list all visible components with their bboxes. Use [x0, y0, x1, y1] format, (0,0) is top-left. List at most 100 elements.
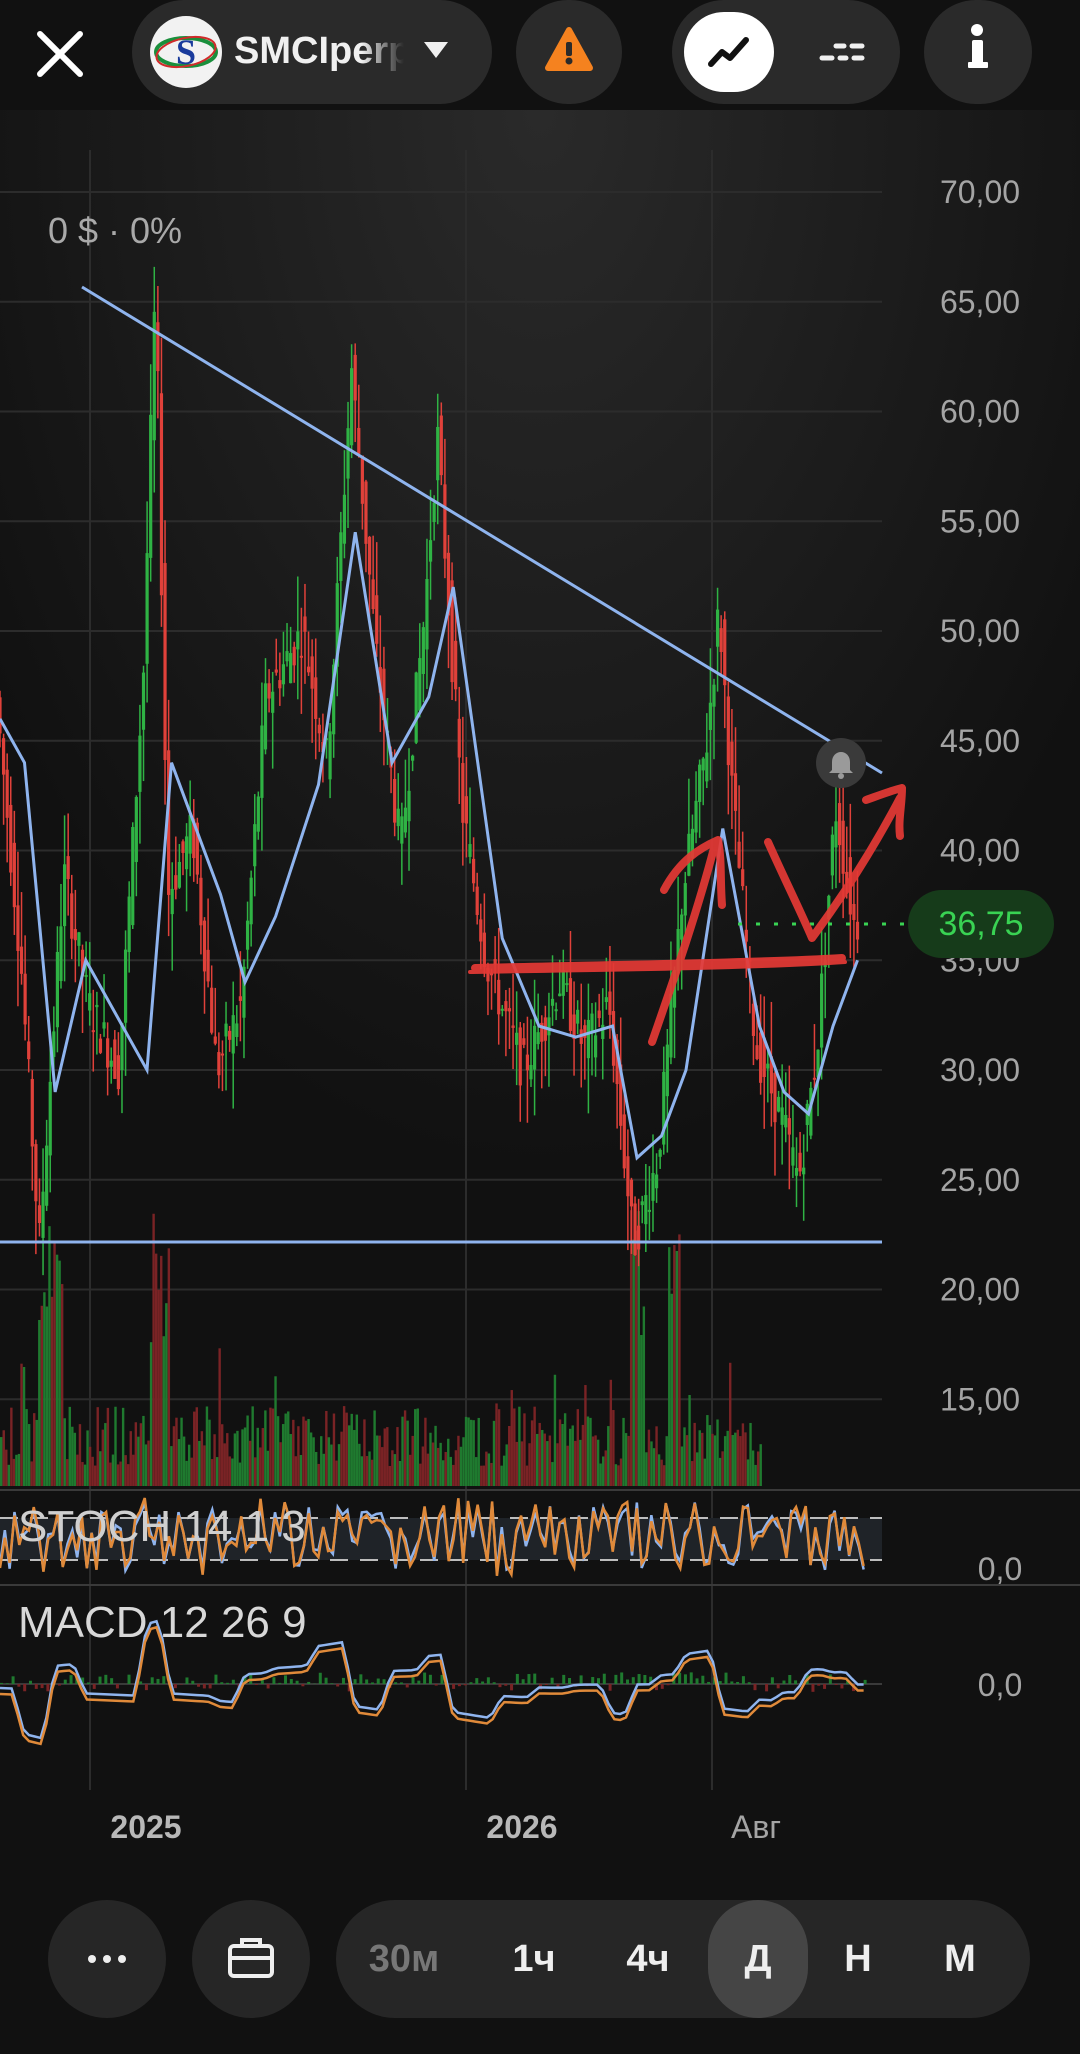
volume-bar — [726, 1430, 729, 1486]
candle-body — [303, 616, 307, 632]
volume-bar — [513, 1408, 516, 1486]
macd-label[interactable]: MACD 12 26 9 — [18, 1598, 307, 1648]
volume-bar — [652, 1448, 656, 1486]
macd-histogram-bar — [208, 1684, 212, 1689]
volume-bar — [261, 1428, 265, 1486]
volume-bar — [292, 1419, 295, 1486]
volume-bar — [381, 1447, 384, 1486]
candle-body — [669, 993, 673, 1058]
candle-body — [500, 1008, 504, 1011]
macd-histogram-bar — [678, 1672, 682, 1684]
timeframe-30m[interactable]: 30м — [356, 1900, 452, 2018]
volume-bar — [86, 1430, 89, 1486]
macd-histogram-bar — [156, 1678, 160, 1684]
volume-bar — [469, 1419, 473, 1486]
volume-bar — [480, 1465, 483, 1486]
candle-body — [475, 886, 479, 915]
macd-histogram-bar — [365, 1679, 369, 1684]
candle-body — [202, 920, 207, 972]
macd-histogram-bar — [840, 1684, 844, 1689]
candle-body — [651, 1173, 655, 1201]
candle-body — [622, 1114, 626, 1169]
alert-bell-icon[interactable] — [816, 738, 866, 788]
candle-body — [439, 415, 443, 476]
macd-histogram-bar — [115, 1684, 119, 1689]
candle-body — [84, 974, 88, 977]
macd-histogram-bar — [637, 1674, 641, 1684]
volume-bar — [668, 1247, 671, 1486]
indicators-button[interactable] — [796, 12, 886, 92]
warning-button[interactable] — [516, 0, 622, 104]
volume-bar — [408, 1454, 412, 1486]
candle-body — [396, 808, 400, 827]
y-axis-label: 65,00 — [940, 284, 1020, 320]
candle-body — [479, 919, 483, 942]
macd-histogram-bar — [724, 1672, 728, 1684]
volume-bar — [627, 1435, 630, 1486]
price-chart[interactable]: 70,00 65,00 60,00 55,00 50,00 45,00 40,00 35,00… — [0, 110, 1080, 1870]
volume-bar — [551, 1462, 554, 1486]
volume-bar — [15, 1454, 18, 1486]
macd-histogram-bar — [486, 1677, 490, 1684]
volume-bar — [185, 1460, 188, 1486]
volume-bar — [510, 1390, 513, 1486]
macd-histogram-bar — [597, 1678, 601, 1684]
macd-histogram-bar — [718, 1681, 722, 1684]
volume-bar — [541, 1429, 544, 1486]
macd-histogram-bar — [527, 1674, 531, 1684]
volume-bar — [579, 1439, 582, 1486]
volume-bar — [482, 1465, 486, 1486]
volume-bar — [58, 1260, 61, 1486]
volume-bar — [17, 1453, 21, 1486]
volume-bar — [73, 1432, 77, 1486]
stoch-label[interactable]: STOCH 14 1 3 — [18, 1502, 306, 1552]
info-button[interactable] — [924, 0, 1032, 104]
volume-bar — [655, 1426, 658, 1486]
volume-bar — [708, 1425, 712, 1486]
candle-body — [1, 738, 6, 775]
candle-body — [27, 1041, 31, 1060]
volume-bar — [548, 1435, 552, 1486]
portfolio-button[interactable] — [192, 1900, 310, 2018]
volume-bar — [363, 1419, 366, 1486]
candle-body — [37, 1205, 42, 1223]
volume-bar — [228, 1456, 232, 1486]
candle-body — [123, 949, 128, 1023]
timeframe-1h[interactable]: 1ч — [486, 1900, 582, 2018]
volume-bar — [358, 1443, 361, 1486]
volume-bar — [612, 1410, 615, 1486]
macd-histogram-bar — [63, 1679, 67, 1684]
macd-histogram-bar — [23, 1684, 27, 1692]
volume-bar — [624, 1433, 628, 1486]
stoch-axis-label: 0,0 — [978, 1551, 1022, 1587]
timeframe-day[interactable]: Д — [710, 1900, 806, 2018]
volume-bar — [739, 1436, 742, 1486]
macd-histogram-bar — [28, 1680, 32, 1684]
macd-histogram-bar — [602, 1673, 606, 1684]
volume-bar — [518, 1406, 521, 1486]
candle-body — [184, 836, 189, 870]
candle-body — [267, 683, 271, 699]
volume-bar — [213, 1434, 216, 1486]
volume-bar — [307, 1419, 310, 1486]
volume-bar — [472, 1420, 475, 1486]
candle-body — [776, 1096, 781, 1112]
macd-histogram-bar — [614, 1674, 618, 1684]
macd-histogram-bar — [295, 1680, 299, 1684]
more-button[interactable] — [48, 1900, 166, 2018]
candle-body — [701, 758, 705, 771]
macd-histogram-bar — [417, 1680, 421, 1684]
volume-bar — [294, 1456, 298, 1486]
volume-bar — [154, 1253, 158, 1486]
timeframe-month[interactable]: М — [912, 1900, 1008, 2018]
close-icon[interactable] — [28, 22, 92, 86]
candle-body — [751, 1003, 756, 1036]
timeframe-4h[interactable]: 4ч — [600, 1900, 696, 2018]
volume-bar — [650, 1441, 653, 1486]
volume-bar — [320, 1436, 323, 1486]
line-chart-button[interactable] — [684, 12, 774, 92]
volume-bar — [561, 1423, 564, 1486]
macd-histogram-bar — [278, 1682, 282, 1684]
volume-bar — [520, 1441, 524, 1486]
timeframe-week[interactable]: Н — [810, 1900, 906, 2018]
